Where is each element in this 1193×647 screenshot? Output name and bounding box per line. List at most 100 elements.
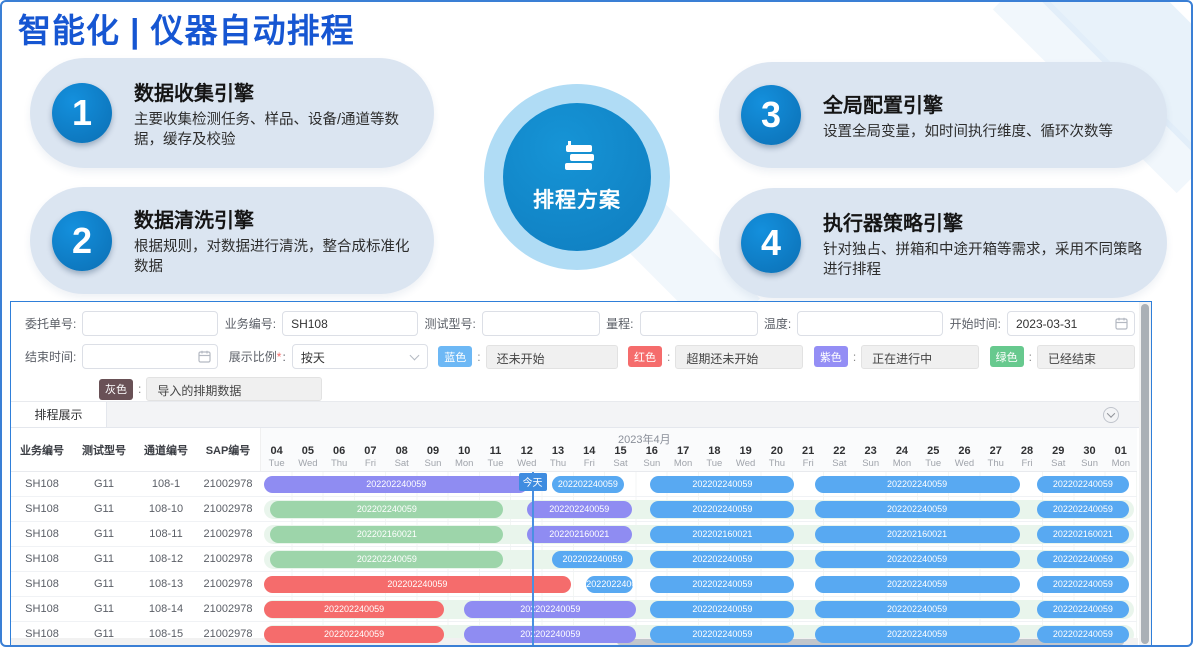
gantt-bar[interactable]: 202202240059	[1037, 576, 1129, 593]
order-no-input[interactable]	[82, 311, 218, 336]
gantt-bar[interactable]: 202202240059	[1037, 626, 1129, 643]
chevron-down-icon	[409, 351, 419, 361]
calendar-icon[interactable]	[1115, 317, 1128, 330]
today-badge: 今天	[519, 473, 547, 491]
end-time-label: 结束时间:	[25, 348, 76, 365]
gantt-bar[interactable]: 202202240059	[586, 576, 633, 593]
day-weekday: Thu	[761, 458, 792, 469]
page-title: 智能化 | 仪器自动排程	[18, 4, 355, 52]
gantt-bar[interactable]: 202202160021	[815, 526, 1020, 543]
gantt-bar[interactable]: 202202240059	[464, 626, 636, 643]
day-header: 13Thu	[542, 445, 573, 469]
row-fixed-cells: SH108G11108-1121002978	[11, 522, 261, 546]
day-number: 18	[699, 445, 730, 458]
day-weekday: Tue	[480, 458, 511, 469]
row-cell: 108-11	[135, 528, 197, 540]
day-number: 25	[918, 445, 949, 458]
gantt-bar[interactable]: 202202240059	[650, 626, 794, 643]
column-header: SAP编号	[197, 442, 259, 458]
today-line	[532, 472, 534, 647]
gantt-bar[interactable]: 202202240059	[815, 501, 1020, 518]
row-cell: 108-10	[135, 503, 197, 515]
day-weekday: Sat	[386, 458, 417, 469]
feature-card-4: 4 执行器策略引擎 针对独占、拼箱和中途开箱等需求，采用不同策略进行排程	[719, 188, 1167, 298]
feature-card-3: 3 全局配置引擎 设置全局变量，如时间执行维度、循环次数等	[719, 62, 1167, 168]
tab-schedule-display[interactable]: 排程展示	[11, 402, 107, 427]
row-fixed-cells: SH108G11108-1321002978	[11, 572, 261, 596]
day-number: 06	[324, 445, 355, 458]
day-weekday: Fri	[355, 458, 386, 469]
gantt-bar[interactable]: 202202240059	[650, 476, 794, 493]
day-header: 25Tue	[918, 445, 949, 469]
scheduler-app-panel: 委托单号: 业务编号: 测试型号: 量程: 温度:	[10, 301, 1152, 647]
day-weekday: Sat	[824, 458, 855, 469]
feature-4-number-badge: 4	[741, 213, 801, 273]
gantt-bar[interactable]: 202202240059	[650, 576, 794, 593]
day-weekday: Mon	[449, 458, 480, 469]
gantt-bar[interactable]: 202202240059	[552, 551, 633, 568]
legend-value: 已经结束	[1037, 345, 1135, 369]
feature-3-desc: 设置全局变量，如时间执行维度、循环次数等	[823, 122, 1113, 142]
gantt-bar[interactable]: 202202240059	[1037, 601, 1129, 618]
temperature-input[interactable]	[797, 311, 943, 336]
gantt-bar[interactable]: 202202240059	[264, 476, 528, 493]
day-number: 01	[1105, 445, 1136, 458]
gantt-bar[interactable]: 202202240059	[552, 476, 624, 493]
day-header: 23Sun	[855, 445, 886, 469]
gantt-bar[interactable]: 202202240059	[264, 626, 444, 643]
gantt-bar[interactable]: 202202240059	[815, 576, 1020, 593]
range-input[interactable]	[640, 311, 758, 336]
test-model-input[interactable]	[482, 311, 600, 336]
gantt-bar[interactable]: 202202240059	[1037, 476, 1129, 493]
feature-4-title: 执行器策略引擎	[823, 207, 1149, 236]
legend-value: 导入的排期数据	[146, 377, 322, 401]
row-gantt-area: 202202240059 202202240059 202202240059 2022…	[261, 597, 1137, 621]
legend-item: 灰色:导入的排期数据	[99, 377, 322, 401]
gantt-bar[interactable]: 202202240059	[815, 476, 1020, 493]
collapse-panel-icon[interactable]	[1103, 407, 1119, 423]
gantt-bar[interactable]: 202202240059	[270, 501, 503, 518]
gantt-bar[interactable]: 202202240059	[1037, 501, 1129, 518]
legend-value: 超期还未开始	[675, 345, 803, 369]
day-number: 20	[761, 445, 792, 458]
gantt-bar[interactable]: 202202240059	[815, 601, 1020, 618]
gantt-bar[interactable]: 202202240059	[464, 601, 636, 618]
day-header: 09Sun	[417, 445, 448, 469]
day-header: 17Mon	[667, 445, 698, 469]
legend-color-chip: 红色	[628, 346, 662, 367]
row-gantt-area: 202202240059 202202240059 202202240059 2022…	[261, 497, 1137, 521]
scale-select[interactable]: 按天	[292, 344, 428, 369]
panel-tabbar: 排程展示	[11, 401, 1151, 428]
day-header: 19Wed	[730, 445, 761, 469]
day-weekday: Sun	[636, 458, 667, 469]
scheduling-plan-label: 排程方案	[533, 184, 621, 214]
legend-color-chip: 绿色	[990, 346, 1024, 367]
gantt-bar[interactable]: 202202160021	[270, 526, 503, 543]
gantt-bar[interactable]: 202202240059	[1037, 551, 1129, 568]
calendar-icon[interactable]	[198, 350, 211, 363]
gantt-bar[interactable]: 202202240059	[264, 576, 571, 593]
gantt-bar[interactable]: 202202240059	[264, 601, 444, 618]
feature-card-1: 1 数据收集引擎 主要收集检测任务、样品、设备/通道等数据，缓存及校验	[30, 58, 434, 168]
gantt-bar[interactable]: 202202240059	[650, 601, 794, 618]
gantt-bar[interactable]: 202202240059	[650, 551, 794, 568]
vertical-scrollbar[interactable]	[1139, 302, 1151, 646]
day-number: 21	[793, 445, 824, 458]
gantt-bar[interactable]: 202202240059	[270, 551, 503, 568]
business-no-input[interactable]	[282, 311, 418, 336]
gantt-bar[interactable]: 202202240059	[527, 501, 632, 518]
gantt-bar[interactable]: 202202160021	[527, 526, 632, 543]
test-model-label: 测试型号:	[424, 315, 475, 332]
day-number: 13	[542, 445, 573, 458]
row-fixed-cells: SH108G11108-1221002978	[11, 547, 261, 571]
vertical-scrollbar-thumb[interactable]	[1141, 304, 1149, 644]
day-weekday: Thu	[324, 458, 355, 469]
feature-4-desc: 针对独占、拼箱和中途开箱等需求，采用不同策略进行排程	[823, 240, 1149, 280]
gantt-bar[interactable]: 202202160021	[650, 526, 794, 543]
row-cell: G11	[73, 503, 135, 515]
gantt-bar[interactable]: 202202240059	[650, 501, 794, 518]
gantt-bar[interactable]: 202202240059	[815, 551, 1020, 568]
gantt-bar[interactable]: 202202240059	[815, 626, 1020, 643]
row-gantt-area: 202202240059 202202240059 202202240059 2022…	[261, 547, 1137, 571]
gantt-bar[interactable]: 202202160021	[1037, 526, 1129, 543]
